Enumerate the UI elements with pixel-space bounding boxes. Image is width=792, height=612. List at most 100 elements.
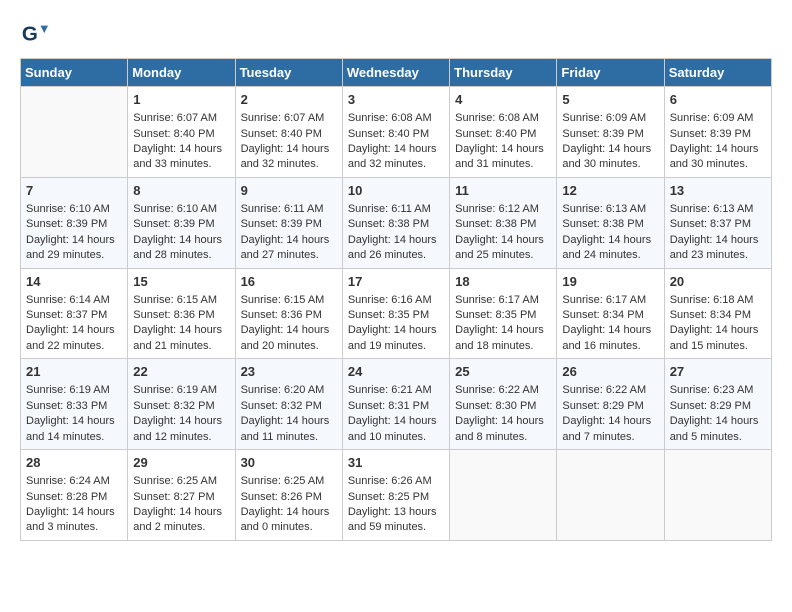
day-info: and 30 minutes. [670,157,766,172]
calendar-cell: 21Sunrise: 6:19 AMSunset: 8:33 PMDayligh… [21,359,128,450]
day-info: and 12 minutes. [133,430,229,445]
day-info: Daylight: 14 hours [562,233,658,248]
svg-text:G: G [22,23,38,46]
day-info: Sunrise: 6:22 AM [455,383,551,398]
day-info: and 3 minutes. [26,520,122,535]
day-number: 18 [455,273,551,291]
calendar-cell: 16Sunrise: 6:15 AMSunset: 8:36 PMDayligh… [235,268,342,359]
day-number: 12 [562,182,658,200]
calendar-cell: 5Sunrise: 6:09 AMSunset: 8:39 PMDaylight… [557,87,664,178]
day-info: Daylight: 14 hours [670,233,766,248]
calendar-cell: 11Sunrise: 6:12 AMSunset: 8:38 PMDayligh… [450,177,557,268]
day-info: Sunset: 8:29 PM [562,399,658,414]
day-number: 19 [562,273,658,291]
day-info: Daylight: 14 hours [241,233,337,248]
day-number: 1 [133,91,229,109]
day-info: Sunset: 8:39 PM [670,127,766,142]
day-info: Sunset: 8:39 PM [562,127,658,142]
day-info: Daylight: 14 hours [241,414,337,429]
calendar-cell: 1Sunrise: 6:07 AMSunset: 8:40 PMDaylight… [128,87,235,178]
day-info: Daylight: 14 hours [455,142,551,157]
day-info: Sunset: 8:31 PM [348,399,444,414]
day-info: and 8 minutes. [455,430,551,445]
day-info: Sunset: 8:37 PM [26,308,122,323]
day-info: Sunset: 8:29 PM [670,399,766,414]
day-info: Sunrise: 6:23 AM [670,383,766,398]
day-info: and 32 minutes. [241,157,337,172]
day-info: Sunset: 8:40 PM [133,127,229,142]
day-info: Sunrise: 6:08 AM [348,111,444,126]
day-info: Sunset: 8:25 PM [348,490,444,505]
calendar-cell: 3Sunrise: 6:08 AMSunset: 8:40 PMDaylight… [342,87,449,178]
calendar-cell: 20Sunrise: 6:18 AMSunset: 8:34 PMDayligh… [664,268,771,359]
day-number: 24 [348,363,444,381]
day-info: Sunset: 8:39 PM [26,217,122,232]
day-info: Sunrise: 6:12 AM [455,202,551,217]
day-info: and 25 minutes. [455,248,551,263]
day-number: 17 [348,273,444,291]
day-info: Sunset: 8:39 PM [133,217,229,232]
calendar-cell: 2Sunrise: 6:07 AMSunset: 8:40 PMDaylight… [235,87,342,178]
day-info: and 19 minutes. [348,339,444,354]
day-number: 3 [348,91,444,109]
day-info: Daylight: 14 hours [133,142,229,157]
day-info: Sunrise: 6:10 AM [26,202,122,217]
day-info: Sunrise: 6:10 AM [133,202,229,217]
day-info: Sunrise: 6:19 AM [133,383,229,398]
calendar-table: SundayMondayTuesdayWednesdayThursdayFrid… [20,58,772,541]
day-number: 4 [455,91,551,109]
calendar-cell: 28Sunrise: 6:24 AMSunset: 8:28 PMDayligh… [21,450,128,541]
day-info: Daylight: 14 hours [455,323,551,338]
day-info: Sunrise: 6:16 AM [348,293,444,308]
weekday-header-wednesday: Wednesday [342,59,449,87]
calendar-cell: 19Sunrise: 6:17 AMSunset: 8:34 PMDayligh… [557,268,664,359]
weekday-header-thursday: Thursday [450,59,557,87]
calendar-cell: 8Sunrise: 6:10 AMSunset: 8:39 PMDaylight… [128,177,235,268]
calendar-cell [450,450,557,541]
day-info: Sunrise: 6:17 AM [562,293,658,308]
day-info: Sunset: 8:27 PM [133,490,229,505]
calendar-week-3: 14 Sunrise: 6:14 AMSunset: 8:37 PM Dayligh… [21,268,772,359]
day-info: and 15 minutes. [670,339,766,354]
day-number: 13 [670,182,766,200]
logo-icon: G [20,20,48,48]
day-info: Sunrise: 6:20 AM [241,383,337,398]
day-info: Daylight: 14 hours [241,323,337,338]
day-info: Sunrise: 6:15 AM [241,293,337,308]
day-number: 14 [26,273,122,291]
day-info: and 30 minutes. [562,157,658,172]
calendar-cell [664,450,771,541]
day-number: 2 [241,91,337,109]
day-info: Sunrise: 6:13 AM [562,202,658,217]
day-info: Sunrise: 6:07 AM [241,111,337,126]
day-info: Sunrise: 6:26 AM [348,474,444,489]
calendar-cell: 23Sunrise: 6:20 AMSunset: 8:32 PMDayligh… [235,359,342,450]
day-info: Sunrise: 6:09 AM [562,111,658,126]
day-number: 27 [670,363,766,381]
calendar-cell: 18Sunrise: 6:17 AMSunset: 8:35 PMDayligh… [450,268,557,359]
day-info: Sunset: 8:33 PM [26,399,122,414]
day-info: Sunrise: 6:14 AM [26,293,122,308]
day-number: 28 [26,454,122,472]
day-number: 15 [133,273,229,291]
day-info: Daylight: 14 hours [455,233,551,248]
day-info: Daylight: 14 hours [562,414,658,429]
calendar-cell: 27Sunrise: 6:23 AMSunset: 8:29 PMDayligh… [664,359,771,450]
logo: G [20,20,52,48]
calendar-cell: 26Sunrise: 6:22 AMSunset: 8:29 PMDayligh… [557,359,664,450]
day-info: and 22 minutes. [26,339,122,354]
calendar-cell [21,87,128,178]
day-info: and 23 minutes. [670,248,766,263]
day-info: Sunset: 8:36 PM [133,308,229,323]
day-info: Sunrise: 6:17 AM [455,293,551,308]
weekday-header-monday: Monday [128,59,235,87]
weekday-header-friday: Friday [557,59,664,87]
day-info: Sunrise: 6:25 AM [133,474,229,489]
calendar-cell: 7Sunrise: 6:10 AMSunset: 8:39 PMDaylight… [21,177,128,268]
day-number: 5 [562,91,658,109]
day-number: 29 [133,454,229,472]
day-info: Sunset: 8:34 PM [562,308,658,323]
day-number: 31 [348,454,444,472]
day-info: and 24 minutes. [562,248,658,263]
calendar-cell: 14Sunrise: 6:14 AMSunset: 8:37 PMDayligh… [21,268,128,359]
